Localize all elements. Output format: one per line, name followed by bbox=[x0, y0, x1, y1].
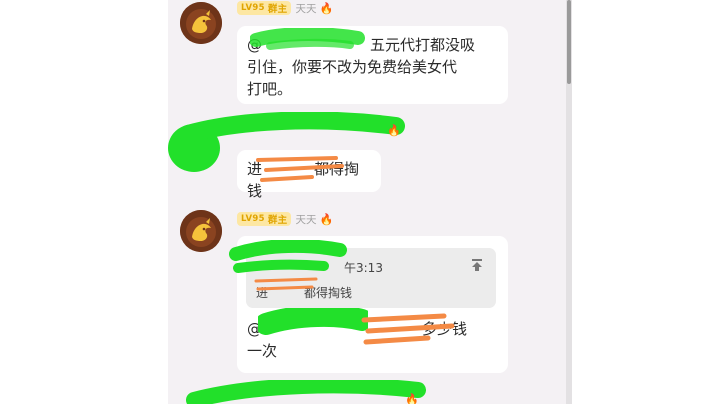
scrollbar[interactable] bbox=[566, 0, 572, 404]
avatar[interactable] bbox=[180, 2, 222, 44]
avatar[interactable] bbox=[180, 210, 222, 252]
fire-icon: 🔥 bbox=[319, 1, 334, 15]
message-meta: LV95 群主 天天 🔥 bbox=[237, 0, 333, 16]
message-text: 进 bbox=[247, 160, 263, 178]
message-text: 都得掏钱 bbox=[247, 160, 360, 200]
fire-icon: 🔥 bbox=[319, 212, 334, 226]
message-bubble[interactable]: 进都得掏钱 bbox=[237, 150, 381, 200]
message-text-line: 打吧。 bbox=[247, 80, 293, 98]
message-text-line: @ 五元代打都没吸 bbox=[247, 36, 476, 54]
avatar-dragon-icon bbox=[180, 210, 222, 252]
quote-text: 进都得掏钱 bbox=[256, 286, 353, 300]
quoted-message[interactable]: 午3:13 进都得掏钱 bbox=[246, 248, 496, 308]
message-text-line: 引住，你要不改为免费给美女代 bbox=[247, 58, 458, 76]
scrollbar-thumb[interactable] bbox=[567, 0, 571, 84]
message-text-line: 一次 bbox=[247, 342, 278, 360]
redaction-mark bbox=[186, 380, 426, 404]
sender-name: 天天 bbox=[295, 2, 317, 15]
chat-panel[interactable]: LV95 群主 天天 🔥 @ 五元代打都没吸 引住，你要不改为免费给美女代 打吧。 … bbox=[168, 0, 566, 404]
level-badge: LV95 群主 bbox=[237, 212, 292, 226]
sender-name: 天天 bbox=[295, 213, 317, 226]
message-bubble[interactable]: 午3:13 进都得掏钱 @ 多少钱 一次 bbox=[237, 236, 508, 373]
avatar-dragon-icon bbox=[180, 2, 222, 44]
quote-time: 午3:13 bbox=[344, 261, 383, 275]
message-meta: LV95 群主 天天 🔥 bbox=[237, 211, 333, 227]
message-text-line: @ 多少钱 bbox=[247, 320, 468, 338]
fire-icon: 🔥 bbox=[405, 393, 419, 404]
scroll-to-top-icon[interactable] bbox=[470, 258, 484, 272]
level-badge: LV95 群主 bbox=[237, 1, 292, 15]
message-bubble[interactable]: @ 五元代打都没吸 引住，你要不改为免费给美女代 打吧。 bbox=[237, 26, 508, 104]
fire-icon: 🔥 bbox=[387, 124, 401, 137]
